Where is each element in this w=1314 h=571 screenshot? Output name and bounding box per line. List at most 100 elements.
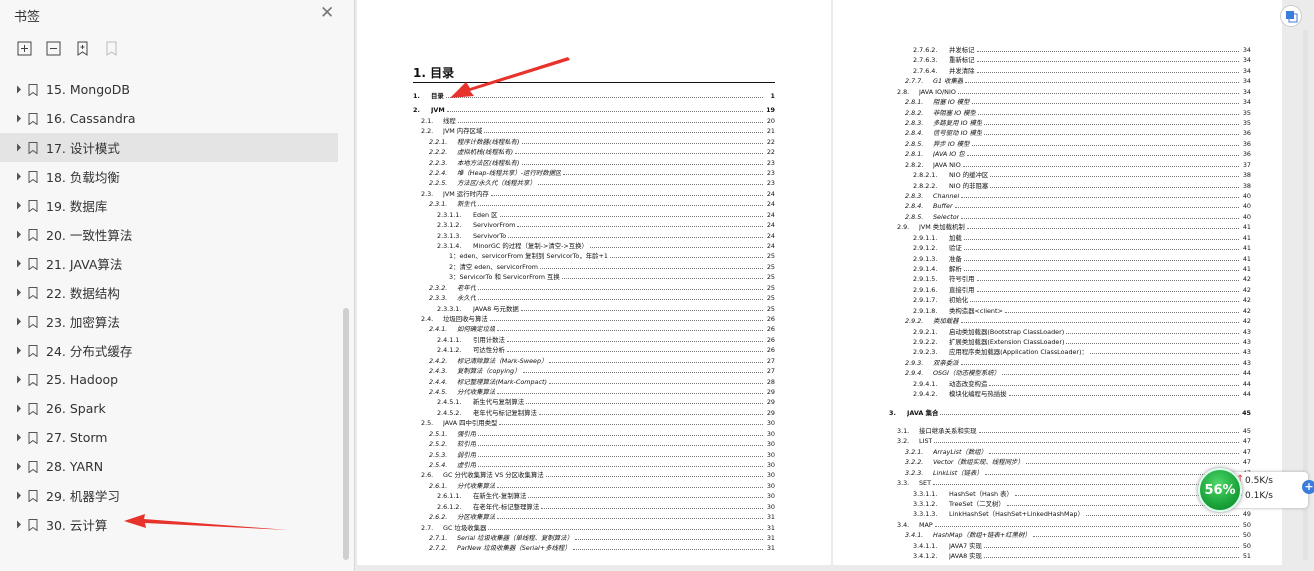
toc-entry[interactable]: 2.8. JAVA IO/NIO 34: [897, 88, 1251, 96]
toc-entry[interactable]: 2.8.2. 非阻塞 IO 模型 35: [905, 109, 1251, 117]
toc-entry[interactable]: 2.2.4. 堆（Heap-线程共享）-运行时数据区 23: [429, 169, 775, 177]
toc-entry[interactable]: 2.4.5.1. 新生代与复制算法 29: [437, 398, 775, 406]
toc-entry[interactable]: 2.9.1.1. 加载 41: [913, 234, 1251, 242]
toc-entry[interactable]: 2.7.6.3. 重新标记 34: [913, 56, 1251, 64]
bookmark-item[interactable]: 24. 分布式缓存: [0, 336, 340, 365]
toc-entry[interactable]: 2.3.1.4. MinorGC 的过程（复制->清空->互换） 24: [437, 242, 775, 250]
toc-entry[interactable]: 2.3.1.1. Eden 区 24: [437, 211, 775, 219]
toc-entry[interactable]: 1. 目录 1: [413, 92, 775, 100]
bookmark-item[interactable]: 21. JAVA算法: [0, 249, 340, 278]
expand-arrow-icon[interactable]: [16, 346, 22, 355]
expand-arrow-icon[interactable]: [16, 433, 22, 442]
toc-entry[interactable]: 2.4.1.2. 可达性分析 26: [437, 346, 775, 354]
bookmark-item[interactable]: 18. 负载均衡: [0, 162, 340, 191]
toc-entry[interactable]: 3.4.1.1. JAVA7 实现 50: [913, 542, 1251, 550]
toc-entry[interactable]: 3. JAVA 集合 45: [889, 409, 1251, 417]
toc-entry[interactable]: 3：ServicorTo 和 ServicorFrom 互换 25: [449, 273, 775, 281]
toc-entry[interactable]: 2.3.1.3. ServivorTo 24: [437, 232, 775, 240]
toc-entry[interactable]: 2.7.7. G1 收集器 34: [905, 77, 1251, 85]
network-speed-widget[interactable]: ↑ 0.5K/s ↓ 0.1K/s 56% +: [1198, 468, 1314, 512]
toc-entry[interactable]: 2.4.1. 如何确定垃圾 26: [429, 325, 775, 333]
toc-entry[interactable]: 2.9.4.1. 动态改变构造 44: [913, 380, 1251, 388]
expand-arrow-icon[interactable]: [16, 491, 22, 500]
expand-arrow-icon[interactable]: [16, 375, 22, 384]
toc-entry[interactable]: 2.2.3. 本地方法区(线程私有) 23: [429, 159, 775, 167]
expand-arrow-icon[interactable]: [16, 462, 22, 471]
toc-entry[interactable]: 2.5.3. 弱引用 30: [429, 451, 775, 459]
bookmark-disabled-icon[interactable]: [103, 40, 120, 57]
toc-entry[interactable]: 2.6.1.2. 在老年代-标记整理算法 30: [437, 503, 775, 511]
collapse-all-icon[interactable]: [45, 40, 62, 57]
toc-entry[interactable]: 2.4.2. 标记清除算法（Mark-Sweep） 27: [429, 357, 775, 365]
expand-arrow-icon[interactable]: [16, 85, 22, 94]
toc-entry[interactable]: 2.7.6.2. 并发标记 34: [913, 46, 1251, 54]
plus-icon[interactable]: +: [1302, 480, 1314, 494]
expand-arrow-icon[interactable]: [16, 259, 22, 268]
toc-entry[interactable]: 2.9.2.2. 扩展类加载器(Extension ClassLoader) 43: [913, 338, 1251, 346]
bookmark-item[interactable]: 26. Spark: [0, 394, 340, 423]
toc-entry[interactable]: 2.4.5. 分代收集算法 29: [429, 388, 775, 396]
expand-arrow-icon[interactable]: [16, 317, 22, 326]
toc-entry[interactable]: 2.8.2. JAVA NIO 37: [905, 161, 1251, 169]
bookmark-item[interactable]: 23. 加密算法: [0, 307, 340, 336]
expand-all-icon[interactable]: [16, 40, 33, 57]
translate-icon[interactable]: [1280, 5, 1302, 27]
expand-arrow-icon[interactable]: [16, 288, 22, 297]
toc-entry[interactable]: 2.8.2.2. NIO 的非阻塞 38: [913, 182, 1251, 190]
toc-entry[interactable]: 3.2. LIST 47: [897, 437, 1251, 445]
sidebar-scrollbar[interactable]: [343, 308, 349, 560]
toc-entry[interactable]: 2.8.5. 异步 IO 模型 36: [905, 140, 1251, 148]
toc-entry[interactable]: 2.2.2. 虚拟机栈(线程私有) 22: [429, 148, 775, 156]
bookmark-item[interactable]: 28. YARN: [0, 452, 340, 481]
bookmark-item[interactable]: 19. 数据库: [0, 191, 340, 220]
toc-entry[interactable]: 2：清空 eden、servicorFrom 25: [449, 263, 775, 271]
bookmark-item[interactable]: 22. 数据结构: [0, 278, 340, 307]
expand-arrow-icon[interactable]: [16, 114, 22, 123]
toc-entry[interactable]: 2.9.1.2. 验证 41: [913, 244, 1251, 252]
toc-entry[interactable]: 2.8.4. Buffer 40: [905, 202, 1251, 210]
expand-arrow-icon[interactable]: [16, 520, 22, 529]
bookmark-item[interactable]: 25. Hadoop: [0, 365, 340, 394]
toc-entry[interactable]: 2.4.1.1. 引用计数法 26: [437, 336, 775, 344]
toc-entry[interactable]: 2.9.4.2. 模块化编程与热插拔 44: [913, 390, 1251, 398]
toc-entry[interactable]: 2.9. JVM 类加载机制 41: [897, 223, 1251, 231]
toc-entry[interactable]: 2.2.1. 程序计数器(线程私有) 22: [429, 138, 775, 146]
toc-entry[interactable]: 2.6.2. 分区收集算法 31: [429, 513, 775, 521]
toc-entry[interactable]: 2.6.1.1. 在新生代-复制算法 30: [437, 492, 775, 500]
toc-entry[interactable]: 3.1. 接口继承关系和实现 45: [897, 427, 1251, 435]
expand-arrow-icon[interactable]: [16, 404, 22, 413]
expand-arrow-icon[interactable]: [16, 201, 22, 210]
toc-entry[interactable]: 2.8.4. 信号驱动 IO 模型 36: [905, 129, 1251, 137]
toc-entry[interactable]: 2.4.3. 复制算法（copying） 27: [429, 367, 775, 375]
toc-entry[interactable]: 2.3. JVM 运行时内存 24: [421, 190, 775, 198]
toc-entry[interactable]: 1：eden、servicorFrom 复制到 ServicorTo，年龄+1 2…: [449, 252, 775, 260]
toc-entry[interactable]: 3.4.1. HashMap（数组+链表+红黑树） 50: [905, 531, 1251, 539]
toc-entry[interactable]: 2.9.1.5. 符号引用 42: [913, 275, 1251, 283]
expand-arrow-icon[interactable]: [16, 230, 22, 239]
toc-entry[interactable]: 2.5.2. 软引用 30: [429, 440, 775, 448]
toc-entry[interactable]: 2.7.6.4. 并发清除 34: [913, 67, 1251, 75]
toc-entry[interactable]: 2.1. 线程 20: [421, 117, 775, 125]
toc-entry[interactable]: 2.3.1. 新生代 24: [429, 200, 775, 208]
toc-entry[interactable]: 2.9.1.7. 初始化 42: [913, 296, 1251, 304]
toc-entry[interactable]: 2.6.1. 分代收集算法 30: [429, 482, 775, 490]
toc-entry[interactable]: 2.2.5. 方法区/永久代（线程共享） 23: [429, 179, 775, 187]
toc-entry[interactable]: 2.2. JVM 内存区域 21: [421, 127, 775, 135]
toc-entry[interactable]: 2.4.5.2. 老年代与标记复制算法 29: [437, 409, 775, 417]
toc-entry[interactable]: 3.4. MAP 50: [897, 521, 1251, 529]
toc-entry[interactable]: 3.2.2. Vector（数组实现、线程同步） 47: [905, 458, 1251, 466]
toc-entry[interactable]: 2.6. GC 分代收集算法 VS 分区收集算法 30: [421, 471, 775, 479]
toc-entry[interactable]: 2.8.2.1. NIO 的缓冲区 38: [913, 171, 1251, 179]
toc-entry[interactable]: 2.4. 垃圾回收与算法 26: [421, 315, 775, 323]
toc-entry[interactable]: 2.8.3. 多路复用 IO 模型 35: [905, 119, 1251, 127]
toc-entry[interactable]: 2.9.1.3. 准备 41: [913, 255, 1251, 263]
close-icon[interactable]: ✕: [320, 3, 334, 23]
bookmark-item[interactable]: 16. Cassandra: [0, 104, 340, 133]
toc-entry[interactable]: 2.9.2.3. 应用程序类加载器(Application ClassLoader…: [913, 348, 1251, 356]
memory-gauge[interactable]: 56%: [1198, 468, 1242, 512]
toc-entry[interactable]: 2.7.2. ParNew 垃圾收集器（Serial+多线程） 31: [429, 544, 775, 552]
toc-entry[interactable]: 2.3.3.1. JAVA8 与元数据 25: [437, 305, 775, 313]
expand-arrow-icon[interactable]: [16, 172, 22, 181]
toc-entry[interactable]: 2.8.1. 阻塞 IO 模型 34: [905, 98, 1251, 106]
toc-entry[interactable]: 2.5.4. 虚引用 30: [429, 461, 775, 469]
